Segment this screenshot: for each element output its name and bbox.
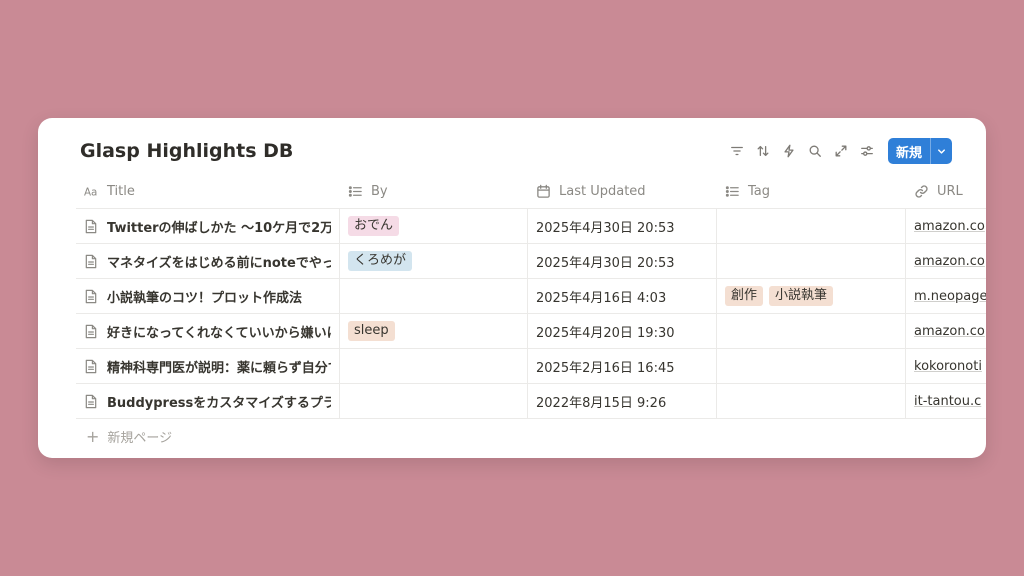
- column-header-label: Last Updated: [559, 183, 646, 199]
- new-page-button[interactable]: + 新規ページ: [76, 419, 986, 453]
- last-updated-cell[interactable]: 2025年4月20日 19:30: [528, 314, 717, 348]
- table-row[interactable]: 精神科専門医が説明：薬に頼らず自分で 2025年2月16日 16:45 kokoro…: [76, 349, 986, 384]
- column-header-url[interactable]: URL: [906, 174, 986, 208]
- last-updated-cell[interactable]: 2025年4月30日 20:53: [528, 209, 717, 243]
- url-link[interactable]: amazon.co: [914, 219, 985, 234]
- tag-pill[interactable]: 小説執筆: [769, 286, 834, 306]
- list-icon: [725, 184, 740, 199]
- by-cell[interactable]: [340, 279, 528, 313]
- by-pill[interactable]: sleep: [348, 321, 395, 341]
- database-toolbar: 新規: [724, 138, 952, 164]
- row-title[interactable]: 小説執筆のコツ！プロット作成法: [107, 287, 302, 306]
- tag-cell[interactable]: [717, 314, 906, 348]
- column-header-title[interactable]: Aa Title: [76, 174, 340, 208]
- by-cell[interactable]: [340, 384, 528, 418]
- column-header-label: By: [371, 183, 388, 199]
- page-icon: [84, 289, 99, 304]
- row-title[interactable]: マネタイズをはじめる前にnoteでやって: [107, 252, 331, 271]
- last-updated-value: 2025年4月30日 20:53: [536, 255, 675, 271]
- search-icon[interactable]: [802, 138, 828, 164]
- plus-icon: +: [86, 426, 100, 446]
- title-cell[interactable]: 精神科専門医が説明：薬に頼らず自分で: [76, 349, 340, 383]
- by-pill[interactable]: おでん: [348, 216, 400, 236]
- table-header: Aa Title By Last Updated Tag URL: [76, 174, 986, 209]
- new-page-label: 新規ページ: [107, 430, 173, 446]
- column-header-tag[interactable]: Tag: [717, 174, 906, 208]
- table-row[interactable]: 小説執筆のコツ！プロット作成法 2025年4月16日 4:03 創作 小説執筆 m.ne…: [76, 279, 986, 314]
- new-button-label[interactable]: 新規: [888, 138, 930, 164]
- tag-pill[interactable]: 創作: [725, 286, 764, 306]
- title-cell[interactable]: 好きになってくれなくていいから嫌いに: [76, 314, 340, 348]
- by-pill[interactable]: くろめが: [348, 251, 413, 271]
- settings-icon[interactable]: [854, 138, 880, 164]
- aa-text-icon: Aa: [84, 184, 99, 199]
- row-title[interactable]: Buddypressをカスタマイズするプラグ: [107, 392, 331, 411]
- page-icon: [84, 219, 99, 234]
- by-cell[interactable]: [340, 349, 528, 383]
- last-updated-value: 2025年4月16日 4:03: [536, 290, 667, 306]
- by-cell[interactable]: おでん: [340, 209, 528, 243]
- table-row[interactable]: Twitterの伸ばしかた 〜10ケ月で2万人 おでん 2025年4月30日 20:…: [76, 209, 986, 244]
- table-row[interactable]: 好きになってくれなくていいから嫌いに sleep 2025年4月20日 19:30 a…: [76, 314, 986, 349]
- url-link[interactable]: kokoronoti: [914, 359, 982, 374]
- table-row[interactable]: マネタイズをはじめる前にnoteでやって くろめが 2025年4月30日 20:53…: [76, 244, 986, 279]
- column-header-last-updated[interactable]: Last Updated: [528, 174, 717, 208]
- row-title[interactable]: 好きになってくれなくていいから嫌いに: [107, 322, 331, 341]
- by-cell[interactable]: くろめが: [340, 244, 528, 278]
- database-card: Glasp Highlights DB 新規 Aa Title By Last …: [38, 118, 986, 458]
- column-header-by[interactable]: By: [340, 174, 528, 208]
- last-updated-cell[interactable]: 2025年4月30日 20:53: [528, 244, 717, 278]
- by-cell[interactable]: sleep: [340, 314, 528, 348]
- tag-cell[interactable]: [717, 244, 906, 278]
- column-header-label: Title: [107, 183, 135, 199]
- filter-icon[interactable]: [724, 138, 750, 164]
- url-cell[interactable]: it-tantou.c: [906, 384, 986, 418]
- last-updated-value: 2025年2月16日 16:45: [536, 360, 675, 376]
- url-link[interactable]: m.neopage: [914, 289, 986, 304]
- page-icon: [84, 394, 99, 409]
- page-icon: [84, 254, 99, 269]
- last-updated-cell[interactable]: 2022年8月15日 9:26: [528, 384, 717, 418]
- tag-cell[interactable]: [717, 349, 906, 383]
- url-cell[interactable]: m.neopage: [906, 279, 986, 313]
- calendar-icon: [536, 184, 551, 199]
- sort-icon[interactable]: [750, 138, 776, 164]
- svg-text:Aa: Aa: [84, 186, 97, 198]
- tag-cell[interactable]: 創作 小説執筆: [717, 279, 906, 313]
- title-cell[interactable]: Twitterの伸ばしかた 〜10ケ月で2万人: [76, 209, 340, 243]
- title-cell[interactable]: マネタイズをはじめる前にnoteでやって: [76, 244, 340, 278]
- new-button[interactable]: 新規: [887, 138, 952, 164]
- url-link[interactable]: amazon.co: [914, 324, 985, 339]
- url-link[interactable]: amazon.co: [914, 254, 985, 269]
- page-icon: [84, 359, 99, 374]
- link-icon: [914, 184, 929, 199]
- title-cell[interactable]: 小説執筆のコツ！プロット作成法: [76, 279, 340, 313]
- row-title[interactable]: 精神科専門医が説明：薬に頼らず自分で: [107, 357, 331, 376]
- last-updated-value: 2025年4月30日 20:53: [536, 220, 675, 236]
- url-cell[interactable]: amazon.co: [906, 209, 986, 243]
- tag-cell[interactable]: [717, 384, 906, 418]
- url-cell[interactable]: kokoronoti: [906, 349, 986, 383]
- expand-icon[interactable]: [828, 138, 854, 164]
- column-header-label: Tag: [748, 183, 771, 199]
- last-updated-cell[interactable]: 2025年4月16日 4:03: [528, 279, 717, 313]
- automation-icon[interactable]: [776, 138, 802, 164]
- row-title[interactable]: Twitterの伸ばしかた 〜10ケ月で2万人: [107, 217, 331, 236]
- database-table: Aa Title By Last Updated Tag URL Twitter…: [76, 174, 986, 453]
- column-header-label: URL: [937, 183, 963, 199]
- last-updated-cell[interactable]: 2025年2月16日 16:45: [528, 349, 717, 383]
- url-link[interactable]: it-tantou.c: [914, 394, 981, 409]
- url-cell[interactable]: amazon.co: [906, 244, 986, 278]
- database-title[interactable]: Glasp Highlights DB: [80, 140, 293, 162]
- last-updated-value: 2022年8月15日 9:26: [536, 395, 667, 411]
- url-cell[interactable]: amazon.co: [906, 314, 986, 348]
- table-row[interactable]: Buddypressをカスタマイズするプラグ 2022年8月15日 9:26 it-…: [76, 384, 986, 419]
- page-icon: [84, 324, 99, 339]
- title-cell[interactable]: Buddypressをカスタマイズするプラグ: [76, 384, 340, 418]
- list-icon: [348, 184, 363, 199]
- chevron-down-icon[interactable]: [930, 138, 952, 164]
- tag-cell[interactable]: [717, 209, 906, 243]
- last-updated-value: 2025年4月20日 19:30: [536, 325, 675, 341]
